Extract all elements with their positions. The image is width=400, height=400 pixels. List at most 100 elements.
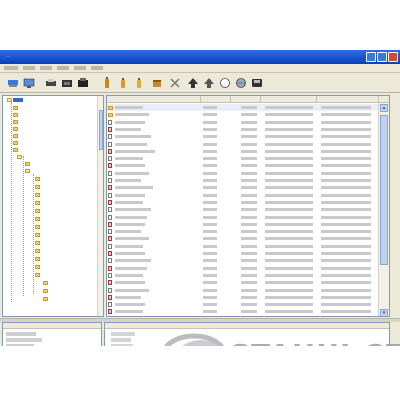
tree-node[interactable]	[25, 168, 30, 174]
tree-node[interactable]	[35, 200, 40, 206]
tree-node[interactable]	[13, 112, 18, 118]
scroll-up-arrow[interactable]: ▴	[380, 104, 388, 112]
box-icon[interactable]	[76, 76, 90, 90]
table-row[interactable]	[107, 243, 379, 250]
tree-node[interactable]	[35, 232, 40, 238]
tree-node[interactable]	[35, 248, 40, 254]
table-row[interactable]	[107, 141, 379, 148]
table-row[interactable]	[107, 155, 379, 162]
tree-node[interactable]	[35, 208, 40, 214]
bottle-icon[interactable]	[100, 76, 114, 90]
table-row[interactable]	[107, 279, 379, 286]
table-row[interactable]	[107, 177, 379, 184]
table-row[interactable]	[107, 235, 379, 242]
folder-tree-pane[interactable]	[2, 95, 104, 317]
tree-node[interactable]	[17, 154, 22, 160]
table-row[interactable]	[107, 111, 379, 118]
column-header-name[interactable]	[107, 96, 201, 103]
tree-node[interactable]	[43, 288, 48, 294]
tree-scrollbar[interactable]	[97, 96, 103, 316]
table-row[interactable]	[107, 206, 379, 213]
table-row[interactable]	[107, 272, 379, 279]
cell-created	[321, 186, 371, 190]
menu-item-3[interactable]	[40, 66, 52, 70]
tree-node[interactable]	[35, 224, 40, 230]
file-list-scroll-thumb[interactable]	[380, 115, 388, 265]
tree-node[interactable]	[35, 216, 40, 222]
tree-node[interactable]	[35, 184, 40, 190]
column-header-modified[interactable]	[261, 96, 317, 103]
circle-icon[interactable]	[218, 76, 232, 90]
file-list-pane[interactable]: ▴ ▾	[106, 95, 390, 317]
tree-node[interactable]	[13, 105, 18, 111]
folder-icon[interactable]	[60, 76, 74, 90]
tree-node[interactable]	[35, 256, 40, 262]
disk-icon[interactable]	[250, 76, 264, 90]
table-row[interactable]	[107, 301, 379, 308]
tree-node[interactable]	[35, 176, 40, 182]
tree-node[interactable]	[13, 126, 18, 132]
tree-node[interactable]	[25, 161, 30, 167]
tree-node[interactable]	[7, 97, 23, 103]
bottle-icon[interactable]	[132, 76, 146, 90]
arrow-up-icon[interactable]	[202, 76, 216, 90]
cell-type	[203, 273, 217, 277]
table-row[interactable]	[107, 192, 379, 199]
monitor-icon[interactable]	[22, 76, 36, 90]
table-row[interactable]	[107, 228, 379, 235]
table-row[interactable]	[107, 104, 379, 111]
printer-icon[interactable]	[44, 76, 58, 90]
column-header-size[interactable]	[231, 96, 261, 103]
table-row[interactable]	[107, 221, 379, 228]
table-row[interactable]	[107, 265, 379, 272]
menu-item-4[interactable]	[57, 66, 69, 70]
bottom-left-pane[interactable]	[2, 322, 102, 346]
tree-node[interactable]	[43, 296, 48, 302]
table-row[interactable]	[107, 170, 379, 177]
tree-node[interactable]	[13, 133, 18, 139]
column-header-type[interactable]	[201, 96, 231, 103]
tree-connector	[23, 156, 24, 296]
menu-item-5[interactable]	[74, 66, 86, 70]
table-row[interactable]	[107, 162, 379, 169]
table-row[interactable]	[107, 308, 379, 315]
box-icon[interactable]	[150, 76, 164, 90]
file-list-scrollbar[interactable]: ▴ ▾	[378, 103, 389, 316]
tree-node[interactable]	[13, 140, 18, 146]
tree-node[interactable]	[35, 240, 40, 246]
bottle-icon[interactable]	[116, 76, 130, 90]
table-row[interactable]	[107, 126, 379, 133]
tools-icon[interactable]	[168, 76, 182, 90]
column-header-created[interactable]	[317, 96, 379, 103]
maximize-button[interactable]	[377, 52, 387, 62]
title-bar[interactable]: ...	[0, 50, 400, 64]
tree-scroll-thumb[interactable]	[99, 110, 103, 150]
table-row[interactable]	[107, 184, 379, 191]
table-row[interactable]	[107, 287, 379, 294]
menu-item-1[interactable]	[4, 66, 18, 70]
table-row[interactable]	[107, 133, 379, 140]
table-row[interactable]	[107, 119, 379, 126]
cell-name	[115, 179, 141, 182]
table-row[interactable]	[107, 250, 379, 257]
tree-node[interactable]	[43, 280, 48, 286]
tree-node[interactable]	[35, 192, 40, 198]
tree-node[interactable]	[35, 264, 40, 270]
table-row[interactable]	[107, 294, 379, 301]
tree-node[interactable]	[13, 119, 18, 125]
network-icon[interactable]	[6, 76, 20, 90]
globe-icon[interactable]	[234, 76, 248, 90]
table-row[interactable]	[107, 257, 379, 264]
cell-created	[321, 106, 371, 109]
minimize-button[interactable]	[366, 52, 376, 62]
arrow-up-icon[interactable]	[186, 76, 200, 90]
menu-item-6[interactable]	[91, 66, 103, 70]
scroll-down-arrow[interactable]: ▾	[380, 309, 388, 316]
tree-node[interactable]	[35, 272, 40, 278]
table-row[interactable]	[107, 199, 379, 206]
tree-node[interactable]	[13, 147, 18, 153]
table-row[interactable]	[107, 148, 379, 155]
menu-item-2[interactable]	[23, 66, 35, 70]
table-row[interactable]	[107, 214, 379, 221]
close-button[interactable]	[388, 52, 398, 62]
